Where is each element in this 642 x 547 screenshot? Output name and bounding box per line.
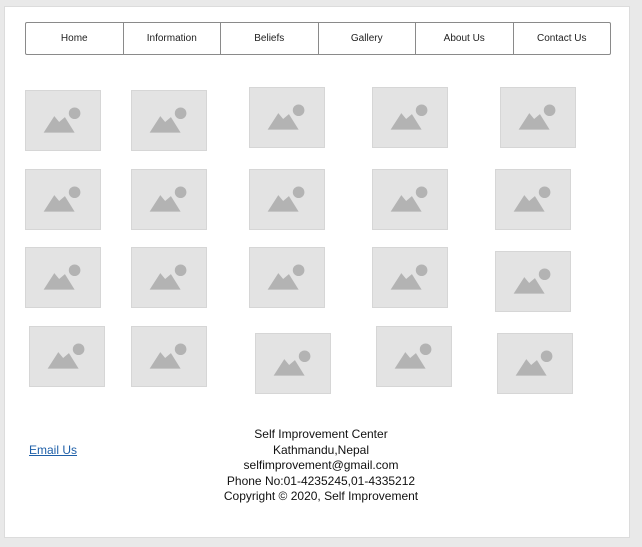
gallery-image[interactable]	[372, 169, 448, 230]
image-placeholder-icon	[390, 186, 428, 212]
nav-bar: Home Information Beliefs Gallery About U…	[25, 22, 611, 55]
gallery-image[interactable]	[131, 90, 207, 151]
gallery-image[interactable]	[29, 326, 105, 387]
gallery-image[interactable]	[372, 87, 448, 148]
gallery-image[interactable]	[376, 326, 452, 387]
image-placeholder-icon	[149, 186, 187, 212]
gallery-image[interactable]	[249, 87, 325, 148]
footer-copyright: Copyright © 2020, Self Improvement	[223, 489, 419, 503]
gallery-image[interactable]	[249, 169, 325, 230]
gallery-image[interactable]	[25, 169, 101, 230]
image-placeholder-icon	[390, 264, 428, 290]
email-us-link[interactable]: Email Us	[29, 443, 77, 457]
image-placeholder-icon	[267, 104, 305, 130]
image-placeholder-icon	[515, 350, 553, 376]
image-placeholder-icon	[149, 264, 187, 290]
gallery-image[interactable]	[25, 247, 101, 308]
image-placeholder-icon	[267, 186, 305, 212]
nav-gallery[interactable]: Gallery	[319, 23, 416, 54]
image-placeholder-icon	[267, 264, 305, 290]
image-placeholder-icon	[390, 104, 428, 130]
gallery-image[interactable]	[372, 247, 448, 308]
footer-org-name: Self Improvement Center	[254, 427, 388, 441]
image-placeholder-icon	[513, 268, 551, 294]
nav-beliefs[interactable]: Beliefs	[221, 23, 319, 54]
gallery-image[interactable]	[131, 326, 207, 387]
image-placeholder-icon	[47, 343, 85, 369]
gallery-image[interactable]	[500, 87, 576, 148]
image-placeholder-icon	[149, 343, 187, 369]
footer-email: selfimprovement@gmail.com	[243, 458, 399, 472]
image-placeholder-icon	[43, 107, 81, 133]
gallery-image[interactable]	[249, 247, 325, 308]
gallery-image[interactable]	[495, 251, 571, 312]
footer-phone: Phone No:01-4235245,01-4335212	[226, 473, 416, 488]
image-placeholder-icon	[513, 186, 551, 212]
nav-information[interactable]: Information	[124, 23, 221, 54]
gallery-image[interactable]	[131, 247, 207, 308]
nav-about-us[interactable]: About Us	[416, 23, 514, 54]
nav-contact-us[interactable]: Contact Us	[514, 23, 611, 54]
page-container: Home Information Beliefs Gallery About U…	[4, 6, 630, 538]
image-placeholder-icon	[149, 107, 187, 133]
gallery-image[interactable]	[255, 333, 331, 394]
image-placeholder-icon	[43, 186, 81, 212]
image-placeholder-icon	[273, 350, 311, 376]
image-placeholder-icon	[43, 264, 81, 290]
gallery-image[interactable]	[131, 169, 207, 230]
gallery-image[interactable]	[497, 333, 573, 394]
image-placeholder-icon	[518, 104, 556, 130]
gallery-image[interactable]	[495, 169, 571, 230]
nav-home[interactable]: Home	[26, 23, 124, 54]
gallery-image[interactable]	[25, 90, 101, 151]
image-placeholder-icon	[394, 343, 432, 369]
footer-info: Self Improvement Center Kathmandu,Nepal …	[205, 427, 437, 505]
footer-location: Kathmandu,Nepal	[272, 442, 370, 457]
